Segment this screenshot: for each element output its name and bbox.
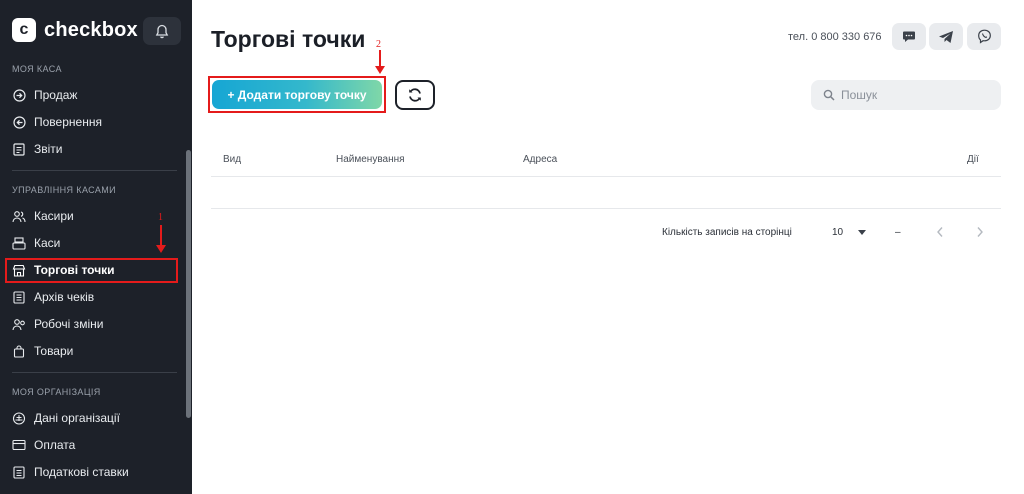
column-header-name[interactable]: Найменування [336,154,405,165]
sidebar-item-label: Каси [34,236,61,250]
sidebar-item-label: Продаж [34,88,78,102]
support-phone[interactable]: тел. 0 800 330 676 [788,31,882,43]
search-icon [823,89,835,101]
sidebar-divider [12,372,177,373]
bell-icon [155,24,169,38]
annotation-arrow-1 [156,225,166,253]
annotation-box-add-button [208,76,386,113]
section-title-cash-management: УПРАВЛІННЯ КАСАМИ [12,185,117,195]
shopping-bag-icon [12,344,26,358]
annotation-step-2-number: 2 [376,39,381,50]
sidebar-item-label: Робочі зміни [34,317,104,331]
column-header-address[interactable]: Адреса [523,154,557,165]
chat-button[interactable] [892,23,926,50]
payment-card-icon [12,438,26,452]
column-header-actions: Дії [967,154,979,165]
rows-per-page-select[interactable]: 10 [832,222,866,242]
report-icon [12,142,26,156]
sidebar-item-products[interactable]: Товари [12,340,177,362]
chevron-left-icon [937,227,943,237]
annotation-box-retail-points [5,258,178,283]
sidebar-item-label: Касири [34,209,74,223]
refresh-button[interactable] [395,80,435,110]
search-input[interactable] [841,88,991,102]
cash-register-icon [12,236,26,250]
sidebar-scrollbar[interactable] [186,150,191,418]
sidebar-item-cashiers[interactable]: Касири [12,205,177,227]
telegram-icon [939,30,953,43]
sidebar-item-label: Оплата [34,438,76,452]
arrow-back-circle-icon [12,115,26,129]
page-title: Торгові точки [211,26,366,52]
refresh-icon [409,88,421,102]
sidebar-item-label: Податкові ставки [34,465,129,479]
previous-page-button[interactable] [932,224,948,240]
viber-icon [977,29,991,44]
column-header-type[interactable]: Вид [223,154,241,165]
sidebar-item-label: Архів чеків [34,290,95,304]
sidebar-item-label: Товари [34,344,74,358]
receipt-archive-icon [12,290,26,304]
sidebar-item-reports[interactable]: Звіти [12,138,177,160]
organization-icon [12,411,26,425]
tax-icon [12,465,26,479]
rows-per-page-value: 10 [832,226,844,238]
table-footer-divider [211,208,1001,209]
viber-button[interactable] [967,23,1001,50]
sidebar-item-organization-data[interactable]: Дані організації [12,407,177,429]
sidebar-item-receipt-archive[interactable]: Архів чеків [12,286,177,308]
users-icon [12,209,26,223]
sidebar-item-sale[interactable]: Продаж [12,84,177,106]
search-box[interactable] [811,80,1001,110]
section-title-my-organization: МОЯ ОРГАНІЗАЦІЯ [12,387,101,397]
telegram-button[interactable] [929,23,963,50]
arrow-in-circle-icon [12,88,26,102]
chevron-right-icon [977,227,983,237]
sidebar-item-cash-registers[interactable]: Каси [12,232,177,254]
section-title-my-cash: МОЯ КАСА [12,64,62,74]
table-header-divider [211,176,1001,177]
shifts-icon [12,317,26,331]
chat-icon [903,31,915,42]
brand[interactable]: c checkbox [12,18,138,42]
pagination-range: – [895,227,901,238]
caret-down-icon [858,229,866,235]
brand-logo: c [12,18,36,42]
sidebar-item-label: Дані організації [34,411,120,425]
sidebar-item-tax-rates[interactable]: Податкові ставки [12,461,177,483]
next-page-button[interactable] [972,224,988,240]
brand-name: checkbox [44,18,138,41]
rows-per-page-label: Кількість записів на сторінці [662,227,792,238]
annotation-step-1-number: 1 [158,212,163,223]
sidebar-item-payment[interactable]: Оплата [12,434,177,456]
notifications-button[interactable] [143,17,181,45]
sidebar-item-returns[interactable]: Повернення [12,111,177,133]
sidebar-item-work-shifts[interactable]: Робочі зміни [12,313,177,335]
sidebar-item-label: Повернення [34,115,102,129]
sidebar-divider [12,170,177,171]
annotation-arrow-2 [375,50,385,74]
sidebar-item-label: Звіти [34,142,63,156]
